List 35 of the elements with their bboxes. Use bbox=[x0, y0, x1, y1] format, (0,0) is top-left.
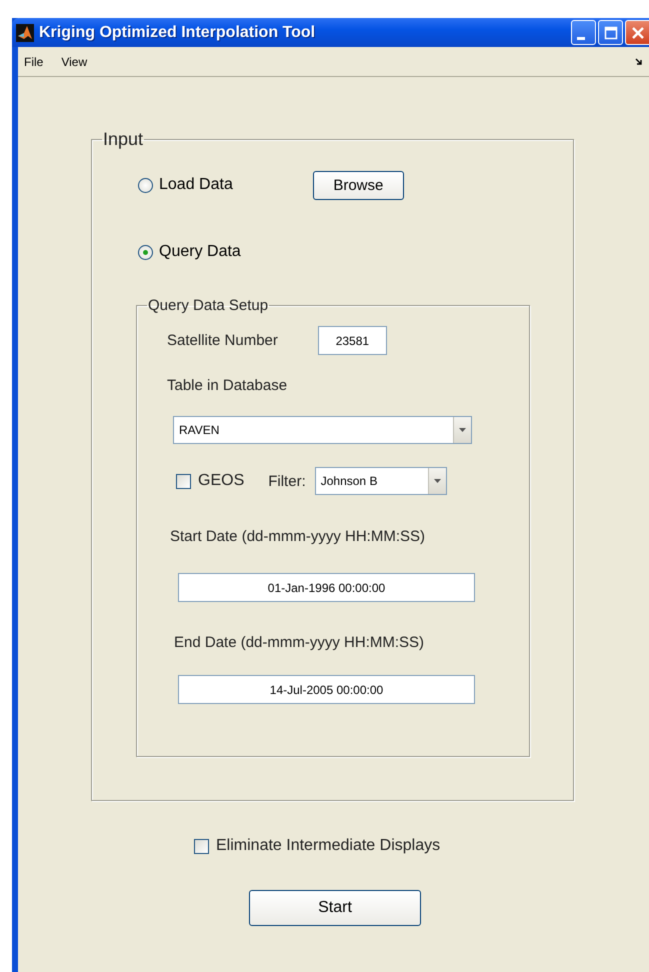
start-button[interactable]: Start bbox=[249, 890, 421, 926]
minimize-button[interactable] bbox=[571, 20, 596, 45]
field-label: Filter: bbox=[268, 472, 306, 490]
checkbox-label[interactable]: GEOS bbox=[198, 472, 244, 490]
radio-button[interactable] bbox=[138, 178, 153, 192]
close-icon bbox=[630, 26, 644, 40]
panel-title: Input bbox=[102, 129, 144, 150]
checkbox[interactable] bbox=[194, 838, 209, 854]
radio-label[interactable]: Load Data bbox=[159, 176, 233, 194]
dock-arrow-icon bbox=[635, 58, 643, 66]
menu-item[interactable]: View bbox=[61, 54, 88, 68]
dropdown-arrow-icon bbox=[459, 428, 466, 432]
browse-button[interactable]: Browse bbox=[312, 170, 404, 200]
field-label: End Date (dd-mmm-yyyy HH:MM:SS) bbox=[174, 634, 426, 651]
radio-button[interactable] bbox=[138, 244, 153, 260]
window-title: Kriging Optimized Interpolation Tool bbox=[39, 24, 316, 42]
field-label: Satellite Number bbox=[167, 332, 278, 349]
filter-dropdown[interactable]: Johnson B bbox=[314, 467, 447, 495]
radio-label[interactable]: Query Data bbox=[159, 243, 241, 261]
field-label: Start Date (dd-mmm-yyyy HH:MM:SS) bbox=[170, 528, 426, 545]
start-date-field[interactable]: 01-Jan-1996 00:00:00 bbox=[178, 573, 475, 602]
field-label: Table in Database bbox=[167, 377, 288, 394]
table-dropdown[interactable]: RAVEN bbox=[173, 416, 472, 444]
end-date-field[interactable]: 14-Jul-2005 00:00:00 bbox=[178, 675, 475, 704]
checkbox-label[interactable]: Eliminate Intermediate Displays bbox=[216, 837, 440, 855]
minimize-icon bbox=[576, 37, 584, 40]
satellite-number-field[interactable]: 23581 bbox=[318, 326, 387, 355]
checkbox[interactable] bbox=[176, 474, 191, 488]
panel-title: Query Data Setup bbox=[147, 297, 270, 314]
dropdown-arrow-icon bbox=[434, 479, 441, 483]
close-button[interactable] bbox=[625, 20, 649, 45]
menu-item[interactable]: File bbox=[24, 54, 44, 68]
maximize-button[interactable] bbox=[598, 20, 623, 45]
app-icon bbox=[16, 24, 34, 42]
maximize-icon bbox=[604, 26, 618, 40]
